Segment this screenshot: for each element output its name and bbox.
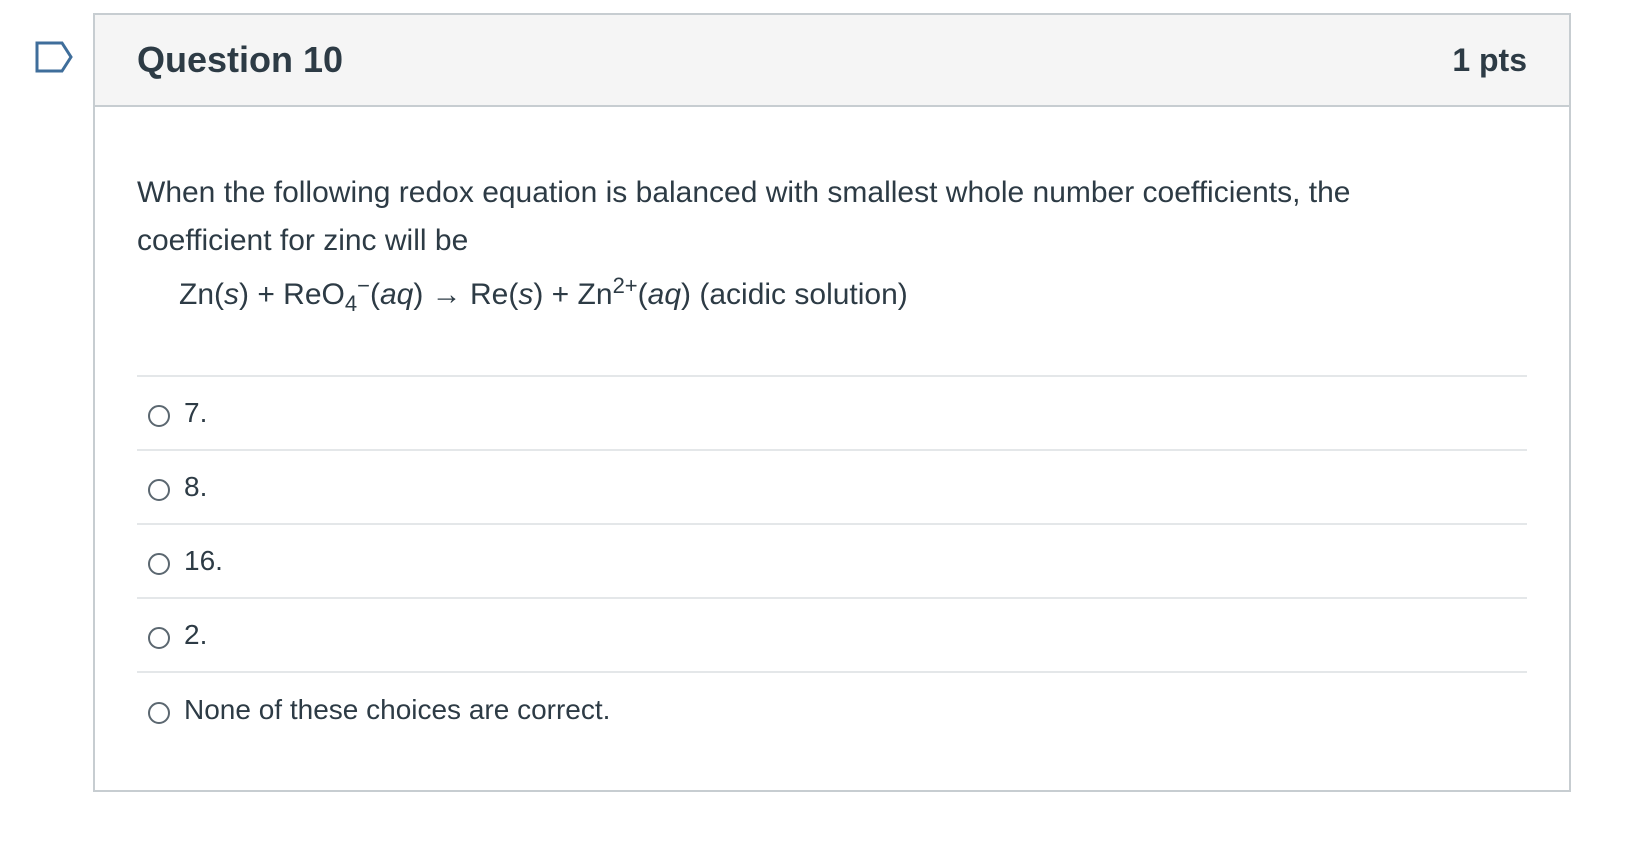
answer-option[interactable]: 7. [137,377,1527,451]
answer-option[interactable]: None of these choices are correct. [137,673,1527,747]
answer-option[interactable]: 8. [137,451,1527,525]
radio-button[interactable] [148,405,170,427]
radio-button[interactable] [148,702,170,724]
answer-list: 7. 8. 16. 2. None of these choices are c… [137,375,1527,747]
answer-label[interactable]: None of these choices are correct. [184,694,610,726]
answer-label[interactable]: 2. [184,619,207,651]
answer-label[interactable]: 8. [184,471,207,503]
radio-button[interactable] [148,627,170,649]
radio-button[interactable] [148,553,170,575]
redox-equation: Zn(s) + ReO4−(aq) → Re(s) + Zn2+(aq) (ac… [179,273,908,316]
question-text: When the following redox equation is bal… [137,176,1351,257]
question-header: Question 10 1 pts [95,15,1569,107]
answer-label[interactable]: 7. [184,397,207,429]
radio-button[interactable] [148,479,170,501]
answer-label[interactable]: 16. [184,545,223,577]
question-title: Question 10 [137,39,344,80]
question-body: When the following redox equation is bal… [95,107,1569,747]
answer-option[interactable]: 16. [137,525,1527,599]
flag-question-icon[interactable] [34,40,74,76]
answer-option[interactable]: 2. [137,599,1527,673]
question-points: 1 pts [1452,41,1527,78]
question-card: Question 10 1 pts When the following red… [93,13,1571,792]
